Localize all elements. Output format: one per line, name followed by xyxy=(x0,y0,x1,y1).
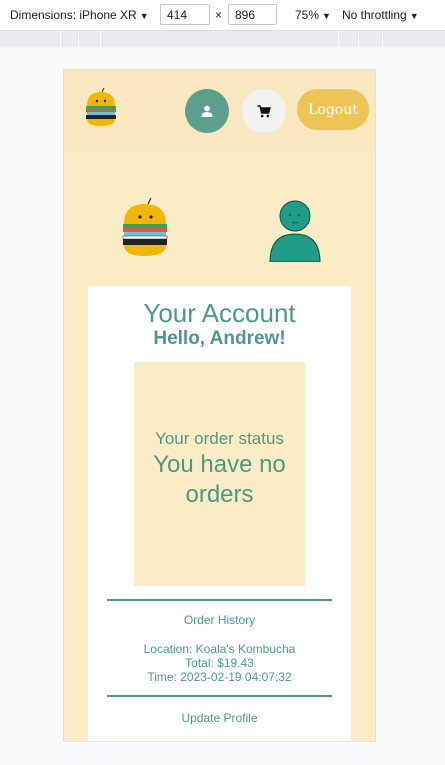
order-time: Time: 2023-02-19 04:07:32 xyxy=(147,670,292,684)
burger-mascot-icon xyxy=(122,197,168,256)
order-status-label: Your order status xyxy=(155,429,284,448)
ruler-divider xyxy=(100,31,101,47)
divider xyxy=(107,599,332,601)
order-status-value: You have no orders xyxy=(153,451,286,508)
times-sign: × xyxy=(215,8,223,22)
devtools-toolbar: Dimensions: iPhone XR▼ × 75%▼ No throttl… xyxy=(0,0,445,31)
user-button[interactable] xyxy=(185,89,229,133)
throttle-select[interactable]: No throttling ▼ xyxy=(342,8,419,22)
update-profile-link[interactable]: Update Profile xyxy=(88,711,351,725)
throttle-label: No throttling xyxy=(342,8,407,22)
device-viewport: Logout Your Account Hello, Andrew! Your … xyxy=(63,69,376,742)
ruler-divider xyxy=(382,31,383,47)
chevron-down-icon: ▼ xyxy=(409,11,419,21)
ruler-divider xyxy=(78,31,79,47)
order-history-link[interactable]: Order History xyxy=(88,613,351,627)
order-status-panel: Your order status You have no orders xyxy=(134,362,305,586)
height-input[interactable] xyxy=(228,4,277,25)
media-query-ruler[interactable] xyxy=(0,31,445,47)
order-location: Location: Koala's Kombucha xyxy=(143,642,296,656)
zoom-label: 75% xyxy=(295,8,320,22)
logout-button[interactable]: Logout xyxy=(297,89,369,130)
order-total: Total: $19.43 xyxy=(185,656,254,670)
chevron-down-icon: ▼ xyxy=(322,11,331,21)
page-title: Your Account xyxy=(143,298,296,328)
zoom-select[interactable]: 75% ▼ xyxy=(295,8,331,22)
account-card: Your Account Hello, Andrew! Your order s… xyxy=(88,286,351,741)
cart-icon xyxy=(257,104,271,117)
device-select[interactable]: Dimensions: iPhone XR ▼ xyxy=(10,8,149,22)
device-label: Dimensions: iPhone XR xyxy=(10,8,137,22)
divider xyxy=(107,695,332,697)
user-icon xyxy=(201,105,213,117)
ruler-divider xyxy=(338,31,339,47)
greeting: Hello, Andrew! xyxy=(153,328,286,349)
chevron-down-icon: ▼ xyxy=(139,11,149,21)
ruler-divider xyxy=(60,31,61,47)
width-input[interactable] xyxy=(160,4,210,25)
burger-logo-icon[interactable] xyxy=(84,86,118,130)
cart-button[interactable] xyxy=(242,89,286,133)
avatar xyxy=(269,200,321,262)
ruler-divider xyxy=(358,31,359,47)
navbar: Logout xyxy=(64,70,375,152)
